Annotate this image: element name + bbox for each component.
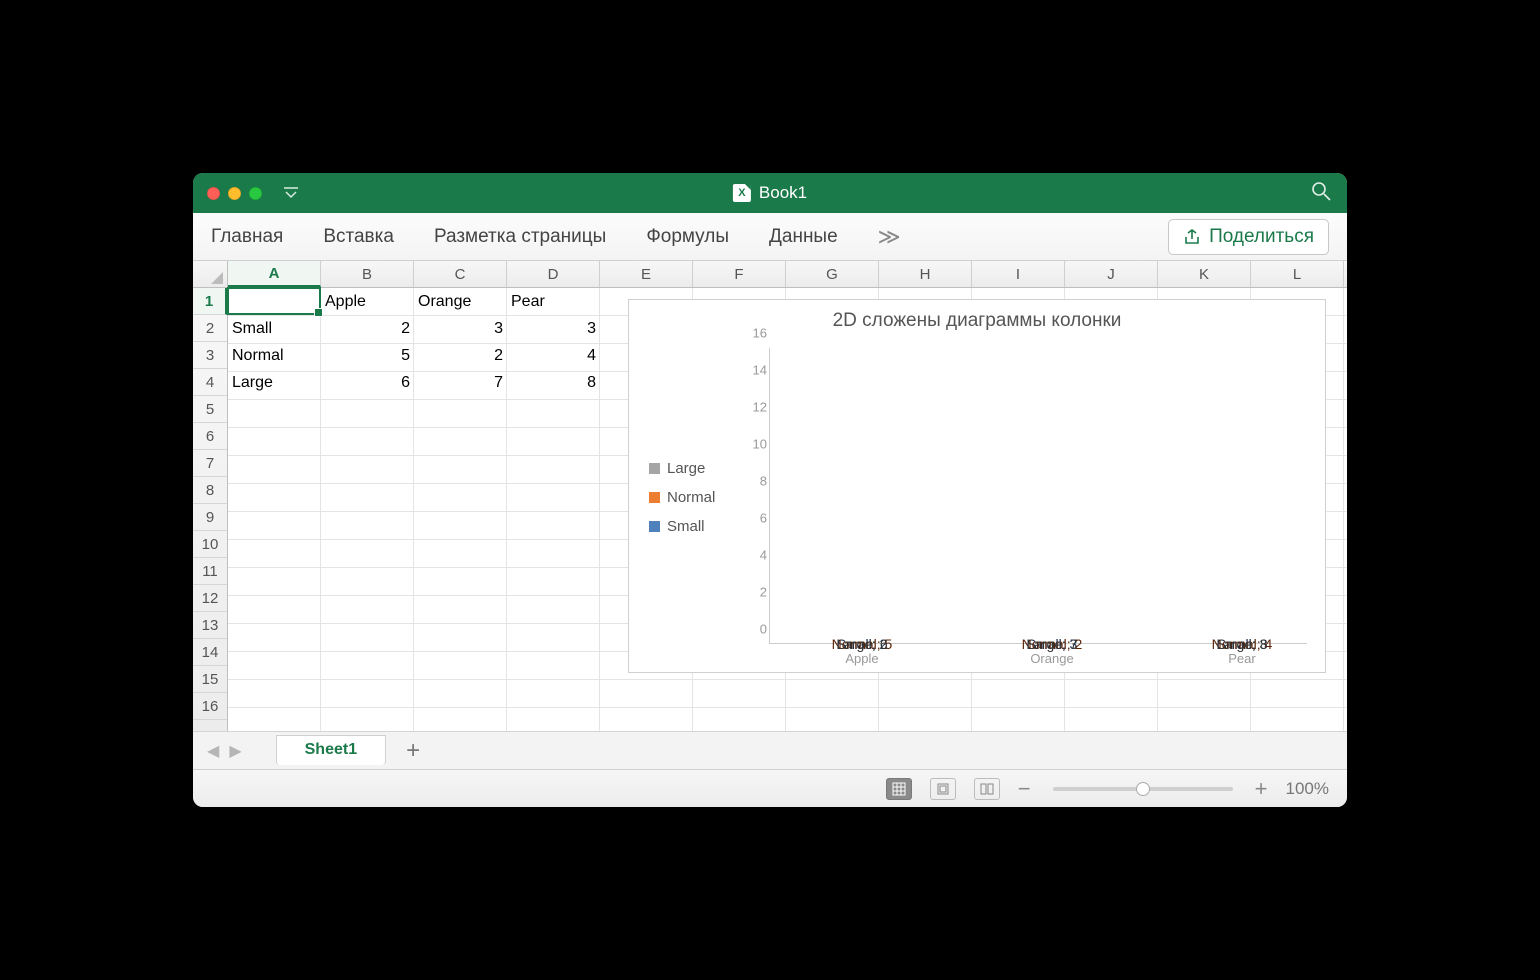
zoom-slider[interactable] — [1053, 787, 1233, 791]
quick-access-toolbar-customize[interactable] — [284, 185, 298, 202]
cell-B4[interactable]: 6 — [321, 369, 414, 396]
row-header-9[interactable]: 9 — [193, 504, 227, 531]
cell-D2[interactable]: 3 — [507, 315, 600, 342]
document-title: X Book1 — [733, 183, 807, 203]
col-header-A[interactable]: A — [228, 261, 321, 287]
window-traffic-lights — [207, 187, 262, 200]
excel-window: X Book1 Главная Вставка Разметка страниц… — [193, 173, 1347, 807]
cell-B1[interactable]: Apple — [321, 288, 414, 315]
excel-app-icon: X — [733, 184, 751, 202]
title-bar: X Book1 — [193, 173, 1347, 213]
fullscreen-window-button[interactable] — [249, 187, 262, 200]
minimize-window-button[interactable] — [228, 187, 241, 200]
chart-bars: Small; 2 Normal; 5 Large; 6 Apple Small;… — [769, 348, 1307, 644]
col-header-K[interactable]: K — [1158, 261, 1251, 287]
row-header-5[interactable]: 5 — [193, 396, 227, 423]
view-normal-button[interactable] — [886, 778, 912, 800]
tab-insert[interactable]: Вставка — [323, 226, 394, 248]
row-header-14[interactable]: 14 — [193, 639, 227, 666]
chart-legend: Large Normal Small — [649, 460, 715, 535]
chart-title: 2D сложены диаграммы колонки — [629, 310, 1325, 332]
row-header-7[interactable]: 7 — [193, 450, 227, 477]
cell-C4[interactable]: 7 — [414, 369, 507, 396]
cell-D3[interactable]: 4 — [507, 342, 600, 369]
spreadsheet-grid[interactable]: A B C D E F G H I J K L 1 2 3 4 5 6 7 8 … — [193, 261, 1347, 731]
legend-item-small: Small — [649, 518, 715, 535]
embedded-chart[interactable]: 2D сложены диаграммы колонки Large Norma… — [628, 299, 1326, 673]
cell-A3[interactable]: Normal — [228, 342, 321, 369]
cell-C1[interactable]: Orange — [414, 288, 507, 315]
legend-item-large: Large — [649, 460, 715, 477]
share-button[interactable]: Поделиться — [1168, 219, 1329, 255]
selection-outline — [227, 287, 321, 315]
row-header-2[interactable]: 2 — [193, 315, 227, 342]
ribbon-overflow-button[interactable]: ≫ — [878, 224, 899, 250]
row-headers[interactable]: 1 2 3 4 5 6 7 8 9 10 11 12 13 14 15 16 — [193, 288, 228, 731]
col-header-E[interactable]: E — [600, 261, 693, 287]
tab-formulas[interactable]: Формулы — [646, 226, 729, 248]
legend-swatch-normal — [649, 492, 660, 503]
status-bar: − + 100% — [193, 769, 1347, 807]
search-icon[interactable] — [1311, 181, 1331, 206]
cell-D4[interactable]: 8 — [507, 369, 600, 396]
col-header-D[interactable]: D — [507, 261, 600, 287]
sheet-tab-bar: ◀ ▶ Sheet1 + — [193, 731, 1347, 769]
tab-home[interactable]: Главная — [211, 226, 283, 248]
ribbon-tabs: Главная Вставка Разметка страницы Формул… — [193, 213, 1347, 261]
col-header-J[interactable]: J — [1065, 261, 1158, 287]
row-header-1[interactable]: 1 — [193, 288, 227, 315]
chart-plot-area: 0 2 4 6 8 10 12 14 16 Small; 2 Normal; — [769, 348, 1307, 644]
legend-item-normal: Normal — [649, 489, 715, 506]
cell-B2[interactable]: 2 — [321, 315, 414, 342]
row-header-8[interactable]: 8 — [193, 477, 227, 504]
col-header-C[interactable]: C — [414, 261, 507, 287]
sheet-nav-prev[interactable]: ◀ — [207, 741, 219, 761]
row-header-4[interactable]: 4 — [193, 369, 227, 396]
document-name: Book1 — [759, 183, 807, 203]
cell-D1[interactable]: Pear — [507, 288, 600, 315]
zoom-slider-thumb[interactable] — [1136, 782, 1150, 796]
col-header-H[interactable]: H — [879, 261, 972, 287]
col-header-F[interactable]: F — [693, 261, 786, 287]
row-header-3[interactable]: 3 — [193, 342, 227, 369]
cell-A2[interactable]: Small — [228, 315, 321, 342]
view-page-layout-button[interactable] — [930, 778, 956, 800]
view-page-break-button[interactable] — [974, 778, 1000, 800]
column-headers[interactable]: A B C D E F G H I J K L — [228, 261, 1347, 288]
legend-swatch-large — [649, 463, 660, 474]
chart-y-axis: 0 2 4 6 8 10 12 14 16 — [739, 348, 767, 644]
close-window-button[interactable] — [207, 187, 220, 200]
col-header-L[interactable]: L — [1251, 261, 1344, 287]
row-header-6[interactable]: 6 — [193, 423, 227, 450]
row-header-15[interactable]: 15 — [193, 666, 227, 693]
row-header-12[interactable]: 12 — [193, 585, 227, 612]
select-all-corner[interactable] — [193, 261, 228, 288]
zoom-out-button[interactable]: − — [1018, 776, 1031, 802]
col-header-B[interactable]: B — [321, 261, 414, 287]
sheet-nav-next[interactable]: ▶ — [229, 741, 241, 761]
share-button-label: Поделиться — [1209, 226, 1314, 248]
row-header-11[interactable]: 11 — [193, 558, 227, 585]
xlabel-apple: Apple — [814, 651, 910, 666]
sheet-tab-sheet1[interactable]: Sheet1 — [276, 735, 386, 765]
col-header-I[interactable]: I — [972, 261, 1065, 287]
add-sheet-button[interactable]: + — [406, 737, 420, 765]
xlabel-pear: Pear — [1194, 651, 1290, 666]
cell-C2[interactable]: 3 — [414, 315, 507, 342]
cell-A4[interactable]: Large — [228, 369, 321, 396]
row-header-13[interactable]: 13 — [193, 612, 227, 639]
zoom-percent[interactable]: 100% — [1286, 779, 1329, 799]
zoom-in-button[interactable]: + — [1255, 776, 1268, 802]
tab-page-layout[interactable]: Разметка страницы — [434, 226, 606, 248]
col-header-G[interactable]: G — [786, 261, 879, 287]
xlabel-orange: Orange — [1004, 651, 1100, 666]
cell-B3[interactable]: 5 — [321, 342, 414, 369]
row-header-16[interactable]: 16 — [193, 693, 227, 720]
tab-data[interactable]: Данные — [769, 226, 838, 248]
row-header-10[interactable]: 10 — [193, 531, 227, 558]
legend-swatch-small — [649, 521, 660, 532]
cell-C3[interactable]: 2 — [414, 342, 507, 369]
